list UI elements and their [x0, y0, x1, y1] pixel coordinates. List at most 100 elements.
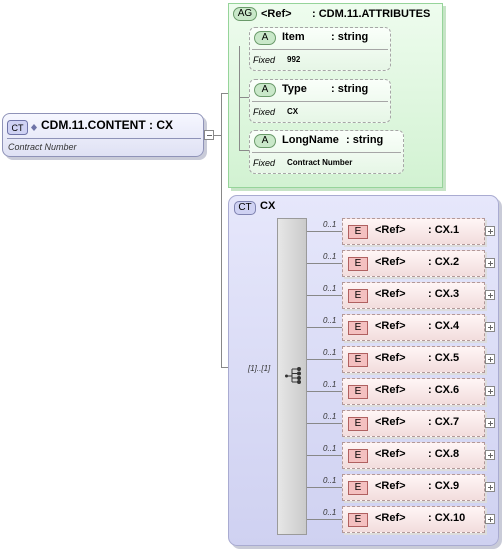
element-name: : CX.8	[428, 448, 460, 460]
element-cardinality: 0..1	[323, 412, 337, 421]
expand-icon[interactable]	[485, 354, 495, 364]
connector-line	[307, 231, 342, 232]
expand-icon[interactable]	[485, 450, 495, 460]
divider	[252, 49, 388, 50]
collapse-toggle-icon[interactable]	[204, 130, 214, 140]
attribute-type: : string	[331, 31, 369, 43]
element-cardinality: 0..1	[323, 252, 337, 261]
attribute-type-attr[interactable]: A Type : string Fixed CX	[249, 79, 391, 123]
element-icon: E	[348, 481, 368, 495]
complex-type-icon: CT	[234, 201, 256, 215]
fixed-value: Contract Number	[287, 158, 353, 167]
attribute-name: Item	[282, 31, 305, 43]
expand-icon[interactable]	[485, 258, 495, 268]
element-cx-8[interactable]: E <Ref> : CX.8	[342, 442, 485, 469]
element-ref: <Ref>	[375, 384, 406, 396]
svg-text:CT: CT	[12, 123, 24, 133]
element-ref: <Ref>	[375, 416, 406, 428]
element-name: : CX.2	[428, 256, 460, 268]
element-name: : CX.9	[428, 480, 460, 492]
attribute-tree-line	[239, 150, 249, 151]
expand-icon[interactable]	[485, 418, 495, 428]
attribute-group-name: : CDM.11.ATTRIBUTES	[312, 8, 431, 20]
element-ref: <Ref>	[375, 320, 406, 332]
expand-icon[interactable]	[485, 226, 495, 236]
element-name: : CX.3	[428, 288, 460, 300]
element-name: : CX.1	[428, 224, 460, 236]
element-cx-1[interactable]: E <Ref> : CX.1	[342, 218, 485, 245]
element-name: : CX.7	[428, 416, 460, 428]
expand-icon[interactable]	[485, 482, 495, 492]
attribute-longname[interactable]: A LongName : string Fixed Contract Numbe…	[249, 130, 404, 174]
fixed-label: Fixed	[253, 158, 276, 168]
root-description: Contract Number	[8, 142, 77, 152]
element-name: : CX.6	[428, 384, 460, 396]
element-cx-10[interactable]: E <Ref> : CX.10	[342, 506, 485, 533]
element-cx-9[interactable]: E <Ref> : CX.9	[342, 474, 485, 501]
expand-icon[interactable]	[485, 386, 495, 396]
attribute-icon: A	[254, 134, 276, 148]
divider	[7, 138, 201, 139]
root-complex-type[interactable]: CT CDM.11.CONTENT : CX Contract Number	[2, 113, 204, 157]
element-ref: <Ref>	[375, 480, 406, 492]
attribute-type: : string	[346, 134, 384, 146]
element-ref: <Ref>	[375, 224, 406, 236]
element-name: : CX.10	[428, 512, 466, 524]
element-icon: E	[348, 321, 368, 335]
attribute-name: Type	[282, 83, 307, 95]
complex-type-icon: CT	[7, 120, 37, 135]
root-title: CDM.11.CONTENT : CX	[41, 118, 174, 132]
element-ref: <Ref>	[375, 256, 406, 268]
element-ref: <Ref>	[375, 448, 406, 460]
element-icon: E	[348, 417, 368, 431]
connector-line	[307, 359, 342, 360]
element-icon: E	[348, 289, 368, 303]
element-icon: E	[348, 513, 368, 527]
attribute-type: : string	[331, 83, 369, 95]
element-icon: E	[348, 257, 368, 271]
attribute-icon: A	[254, 31, 276, 45]
connector-line	[307, 391, 342, 392]
connector-line	[307, 519, 342, 520]
attribute-group[interactable]: AG <Ref> : CDM.11.ATTRIBUTES A Item : st…	[228, 3, 443, 188]
expand-icon[interactable]	[485, 290, 495, 300]
element-cx-4[interactable]: E <Ref> : CX.4	[342, 314, 485, 341]
fixed-value: 992	[287, 55, 301, 64]
expand-icon[interactable]	[485, 514, 495, 524]
expand-icon[interactable]	[485, 322, 495, 332]
connector-line	[307, 327, 342, 328]
element-ref: <Ref>	[375, 352, 406, 364]
element-name: : CX.4	[428, 320, 460, 332]
element-cardinality: 0..1	[323, 444, 337, 453]
element-icon: E	[348, 353, 368, 367]
divider	[252, 152, 401, 153]
element-cx-3[interactable]: E <Ref>: CX.3	[342, 282, 485, 309]
fixed-label: Fixed	[253, 55, 276, 65]
element-cardinality: 0..1	[323, 508, 337, 517]
element-cardinality: 0..1	[323, 220, 337, 229]
element-cardinality: 0..1	[323, 476, 337, 485]
attribute-icon: A	[254, 83, 276, 97]
element-cx-5[interactable]: E <Ref> : CX.5	[342, 346, 485, 373]
element-cx-6[interactable]: E <Ref> : CX.6	[342, 378, 485, 405]
connector-line	[221, 93, 222, 367]
element-icon: E	[348, 225, 368, 239]
element-cx-7[interactable]: E <Ref> : CX.7	[342, 410, 485, 437]
fixed-value: CX	[287, 107, 299, 116]
element-cx-2[interactable]: E <Ref> : CX.2	[342, 250, 485, 277]
divider	[252, 101, 388, 102]
sequence-icon	[285, 367, 301, 384]
complex-type-name: CX	[260, 200, 276, 212]
fixed-label: Fixed	[253, 107, 276, 117]
connector-line	[307, 423, 342, 424]
attribute-name: LongName	[282, 134, 339, 146]
sequence-cardinality: [1]..[1]	[248, 364, 271, 373]
attribute-group-ref: <Ref>	[261, 8, 292, 20]
element-ref: <Ref>	[375, 512, 406, 524]
element-icon: E	[348, 449, 368, 463]
element-cardinality: 0..1	[323, 380, 337, 389]
element-icon: E	[348, 385, 368, 399]
element-name: : CX.5	[428, 352, 460, 364]
attribute-tree-line	[239, 97, 249, 98]
attribute-item[interactable]: A Item : string Fixed 992	[249, 27, 391, 71]
